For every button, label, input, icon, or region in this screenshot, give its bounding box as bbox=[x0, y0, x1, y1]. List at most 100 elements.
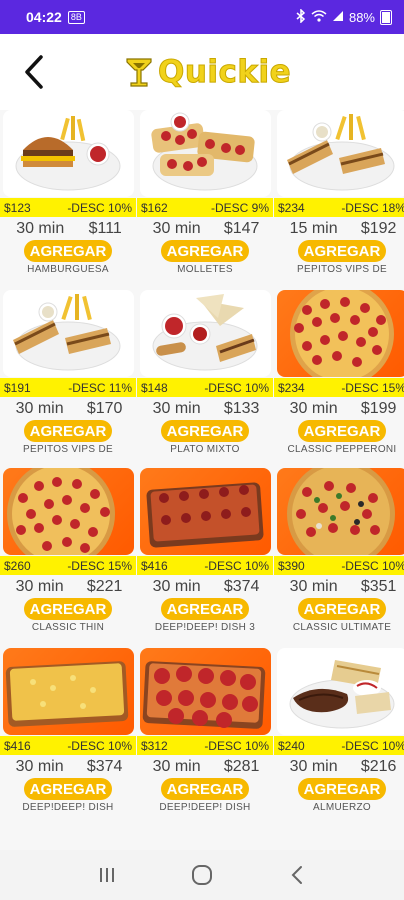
meta-row: 30 min $170 bbox=[4, 400, 134, 418]
home-circle-icon bbox=[191, 865, 212, 885]
add-button[interactable]: AGREGAR bbox=[298, 240, 386, 262]
delivery-time: 30 min bbox=[15, 758, 64, 775]
back-arrow-icon bbox=[25, 55, 43, 89]
product-image[interactable] bbox=[140, 290, 271, 377]
add-button[interactable]: AGREGAR bbox=[298, 420, 386, 442]
original-price: $123 bbox=[4, 200, 31, 215]
add-button[interactable]: AGREGAR bbox=[161, 598, 249, 620]
product-name: PEPITOS VIPS DE bbox=[297, 264, 387, 275]
product-card[interactable]: $312 -DESC 10% 30 min $281 AGREGAR DEEP!… bbox=[137, 648, 273, 824]
product-card[interactable]: $123 -DESC 10% 30 min $111 AGREGAR HAMBU… bbox=[0, 110, 136, 286]
product-grid: $123 -DESC 10% 30 min $111 AGREGAR HAMBU… bbox=[0, 110, 404, 850]
home-button[interactable] bbox=[182, 855, 222, 895]
product-image[interactable] bbox=[140, 110, 271, 197]
pizza-pepperoni-image bbox=[290, 290, 394, 377]
product-image[interactable] bbox=[3, 468, 134, 555]
final-price: $216 bbox=[360, 758, 397, 775]
product-card[interactable]: $234 -DESC 18% 15 min $192 AGREGAR PEPIT… bbox=[274, 110, 404, 286]
delivery-time: 30 min bbox=[15, 400, 64, 417]
beef-plate-image bbox=[289, 660, 395, 729]
battery-icon bbox=[380, 9, 392, 25]
product-card[interactable]: $162 -DESC 9% 30 min $147 AGREGAR MOLLET… bbox=[137, 110, 273, 286]
original-price: $240 bbox=[278, 738, 305, 753]
product-card[interactable]: $416 -DESC 10% 30 min $374 AGREGAR DEEP!… bbox=[137, 468, 273, 644]
original-price: $260 bbox=[4, 558, 31, 573]
final-price: $199 bbox=[360, 400, 397, 417]
product-image[interactable] bbox=[277, 648, 404, 735]
mixed-plate-image bbox=[152, 294, 258, 371]
product-card[interactable]: $148 -DESC 10% 30 min $133 AGREGAR PLATO… bbox=[137, 290, 273, 466]
app-logo: Quickie bbox=[124, 52, 291, 92]
product-image[interactable] bbox=[277, 110, 404, 197]
product-name: HAMBURGUESA bbox=[27, 264, 109, 275]
wifi-icon bbox=[311, 9, 327, 25]
product-card[interactable]: $260 -DESC 15% 30 min $221 AGREGAR CLASS… bbox=[0, 468, 136, 644]
original-price: $191 bbox=[4, 380, 31, 395]
price-strip: $416 -DESC 10% bbox=[137, 556, 273, 575]
product-name: ALMUERZO bbox=[313, 802, 371, 813]
status-notification-icon: 8B bbox=[67, 10, 85, 24]
add-button[interactable]: AGREGAR bbox=[161, 420, 249, 442]
product-name: MOLLETES bbox=[177, 264, 233, 275]
product-image[interactable] bbox=[277, 290, 404, 377]
nav-back-button[interactable] bbox=[277, 855, 317, 895]
back-button[interactable] bbox=[16, 52, 52, 92]
product-image[interactable] bbox=[140, 648, 271, 735]
add-button[interactable]: AGREGAR bbox=[161, 240, 249, 262]
nav-back-icon bbox=[291, 866, 302, 884]
price-strip: $162 -DESC 9% bbox=[137, 198, 273, 217]
discount-label: -DESC 10% bbox=[341, 738, 404, 753]
recent-apps-icon bbox=[100, 868, 115, 882]
product-image[interactable] bbox=[3, 290, 134, 377]
product-image[interactable] bbox=[3, 648, 134, 735]
discount-label: -DESC 10% bbox=[204, 558, 269, 573]
app-header: Quickie bbox=[0, 34, 404, 110]
discount-label: -DESC 10% bbox=[204, 738, 269, 753]
product-image[interactable] bbox=[140, 468, 271, 555]
status-time: 04:22 bbox=[26, 9, 62, 25]
delivery-time: 30 min bbox=[152, 400, 201, 417]
discount-label: -DESC 10% bbox=[341, 558, 404, 573]
recent-apps-button[interactable] bbox=[87, 855, 127, 895]
product-name: CLASSIC THIN bbox=[31, 622, 105, 633]
original-price: $162 bbox=[141, 200, 168, 215]
burger-fries-image bbox=[15, 116, 121, 191]
price-strip: $240 -DESC 10% bbox=[274, 736, 404, 755]
add-button[interactable]: AGREGAR bbox=[24, 240, 112, 262]
meta-row: 30 min $216 bbox=[278, 758, 404, 776]
add-button[interactable]: AGREGAR bbox=[24, 778, 112, 800]
product-image[interactable] bbox=[277, 468, 404, 555]
discount-label: -DESC 11% bbox=[68, 380, 132, 395]
status-bar: 04:22 8B 88% bbox=[0, 0, 404, 34]
pizza-thin-image bbox=[7, 468, 115, 555]
delivery-time: 30 min bbox=[289, 578, 338, 595]
final-price: $374 bbox=[86, 758, 123, 775]
product-card[interactable]: $240 -DESC 10% 30 min $216 AGREGAR ALMUE… bbox=[274, 648, 404, 824]
price-strip: $416 -DESC 10% bbox=[0, 736, 136, 755]
price-strip: $234 -DESC 18% bbox=[274, 198, 404, 217]
add-button[interactable]: AGREGAR bbox=[24, 420, 112, 442]
add-button[interactable]: AGREGAR bbox=[161, 778, 249, 800]
original-price: $234 bbox=[278, 380, 305, 395]
price-strip: $234 -DESC 15% bbox=[274, 378, 404, 397]
product-card[interactable]: $390 -DESC 10% 30 min $351 AGREGAR CLASS… bbox=[274, 468, 404, 644]
signal-icon bbox=[332, 10, 344, 25]
add-button[interactable]: AGREGAR bbox=[298, 598, 386, 620]
product-card[interactable]: $234 -DESC 15% 30 min $199 AGREGAR CLASS… bbox=[274, 290, 404, 466]
add-button[interactable]: AGREGAR bbox=[298, 778, 386, 800]
product-card[interactable]: $416 -DESC 10% 30 min $374 AGREGAR DEEP!… bbox=[0, 648, 136, 824]
sandwich-fries-image bbox=[13, 294, 121, 371]
bluetooth-icon bbox=[296, 7, 306, 26]
battery-percent: 88% bbox=[348, 9, 375, 25]
price-strip: $148 -DESC 10% bbox=[137, 378, 273, 397]
product-card[interactable]: $191 -DESC 11% 30 min $170 AGREGAR PEPIT… bbox=[0, 290, 136, 466]
meta-row: 30 min $281 bbox=[141, 758, 271, 776]
price-strip: $312 -DESC 10% bbox=[137, 736, 273, 755]
final-price: $111 bbox=[88, 220, 122, 237]
product-image[interactable] bbox=[3, 110, 134, 197]
product-name: DEEP!DEEP! DISH bbox=[22, 802, 114, 813]
add-button[interactable]: AGREGAR bbox=[24, 598, 112, 620]
cocktail-glass-icon bbox=[126, 58, 152, 87]
price-strip: $191 -DESC 11% bbox=[0, 378, 136, 397]
delivery-time: 30 min bbox=[152, 758, 201, 775]
